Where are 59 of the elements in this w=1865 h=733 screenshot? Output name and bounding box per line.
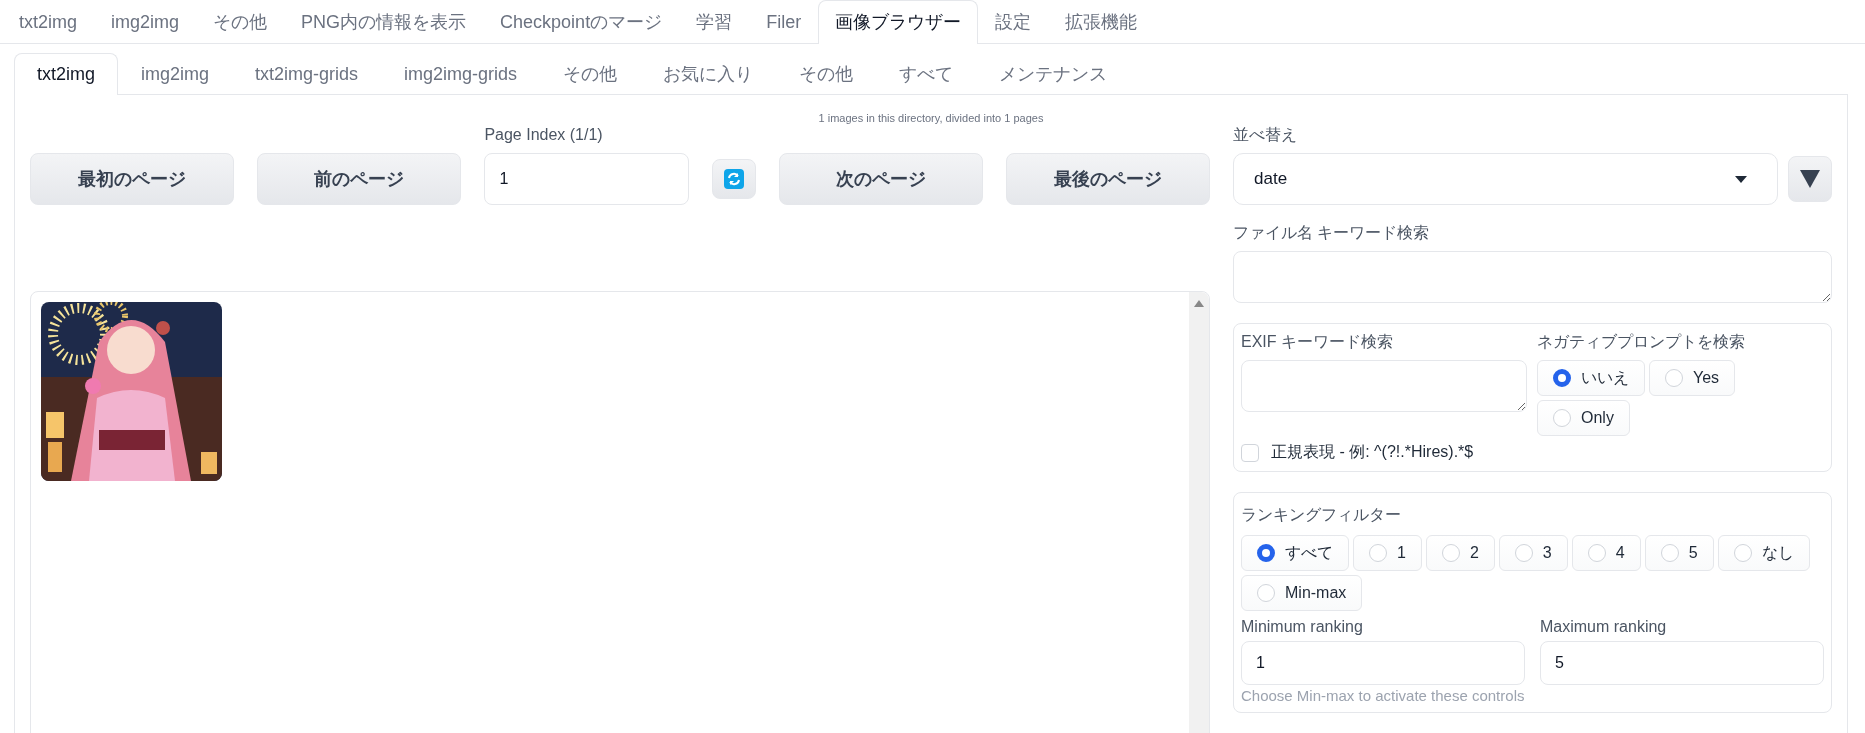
radio-option[interactable]: 3 <box>1498 535 1568 571</box>
tab[interactable]: 学習 <box>679 0 750 43</box>
checkbox[interactable] <box>1241 443 1259 462</box>
tab[interactable]: img2img <box>94 0 197 43</box>
field-label: Page Index (1/1) <box>484 125 603 145</box>
tab[interactable]: txt2img <box>14 53 119 95</box>
radio-option[interactable]: Min-max <box>1241 575 1363 611</box>
field-label: Minimum ranking <box>1241 617 1363 637</box>
field-label: EXIF キーワード検索 <box>1241 332 1393 352</box>
tab[interactable]: txt2img-grids <box>232 53 382 94</box>
tab[interactable]: 拡張機能 <box>1048 0 1155 43</box>
tab[interactable]: その他 <box>196 0 285 43</box>
radio-option[interactable]: 5 <box>1644 535 1714 571</box>
tab[interactable]: Checkpointのマージ <box>483 0 680 43</box>
scroll-up-icon[interactable] <box>1194 300 1204 307</box>
next-page-button[interactable]: 次のページ <box>778 153 983 205</box>
previous-page-button[interactable]: 前のページ <box>257 153 462 205</box>
field-label: ランキングフィルター <box>1241 505 1401 525</box>
refresh-icon <box>723 169 744 189</box>
tab[interactable]: img2img-grids <box>381 53 541 94</box>
first-page-button[interactable]: 最初のページ <box>30 153 235 205</box>
tab[interactable]: Filer <box>749 0 819 43</box>
radio-option[interactable]: Yes <box>1649 360 1736 396</box>
checkbox-label: 正規表現 - 例: ^(?!.*Hires).*$ <box>1271 442 1474 462</box>
radio-option[interactable]: いいえ <box>1537 360 1645 396</box>
sort-select[interactable]: date <box>1233 153 1778 205</box>
tab[interactable]: 設定 <box>978 0 1049 43</box>
tab[interactable]: その他 <box>540 53 641 94</box>
maximum-ranking-field[interactable]: 5 <box>1540 641 1824 685</box>
field-label: 並べ替え <box>1233 125 1297 145</box>
sort-order-button[interactable] <box>1788 156 1832 202</box>
radio-option[interactable]: すべて <box>1241 535 1349 571</box>
refresh-button[interactable] <box>711 159 756 199</box>
down-triangle-icon <box>1800 170 1820 188</box>
scrollbar[interactable] <box>1189 292 1209 733</box>
filename-search-field[interactable] <box>1233 251 1832 303</box>
directory-info: 1 images in this directory, divided into 1 pages <box>818 111 1044 125</box>
tab[interactable]: その他 <box>776 53 877 94</box>
radio-option[interactable]: 1 <box>1353 535 1422 571</box>
field-label: ファイル名 キーワード検索 <box>1233 223 1430 243</box>
tab[interactable]: すべて <box>876 53 977 94</box>
exif-search-field[interactable] <box>1241 360 1527 412</box>
tab[interactable]: img2img <box>118 53 233 94</box>
radio-option[interactable]: Only <box>1537 400 1630 436</box>
tab[interactable]: PNG内の情報を表示 <box>284 0 484 43</box>
tab[interactable]: お気に入り <box>640 53 777 94</box>
page-index-field[interactable]: 1 <box>484 153 689 205</box>
tab[interactable]: txt2img <box>2 0 95 43</box>
radio-option[interactable]: 4 <box>1571 535 1641 571</box>
tab[interactable]: メンテナンス <box>976 53 1131 94</box>
tab[interactable]: 画像ブラウザー <box>818 0 979 44</box>
radio-option[interactable]: 2 <box>1425 535 1495 571</box>
last-page-button[interactable]: 最後のページ <box>1005 153 1210 205</box>
hint-text: Choose Min-max to activate these controls <box>1241 687 1526 704</box>
minimum-ranking-field[interactable]: 1 <box>1241 641 1525 685</box>
radio-option[interactable]: なし <box>1717 535 1810 571</box>
caret-icon <box>1735 175 1747 183</box>
field-label: ネガティブプロンプトを検索 <box>1537 332 1745 352</box>
field-label: Maximum ranking <box>1540 617 1667 637</box>
